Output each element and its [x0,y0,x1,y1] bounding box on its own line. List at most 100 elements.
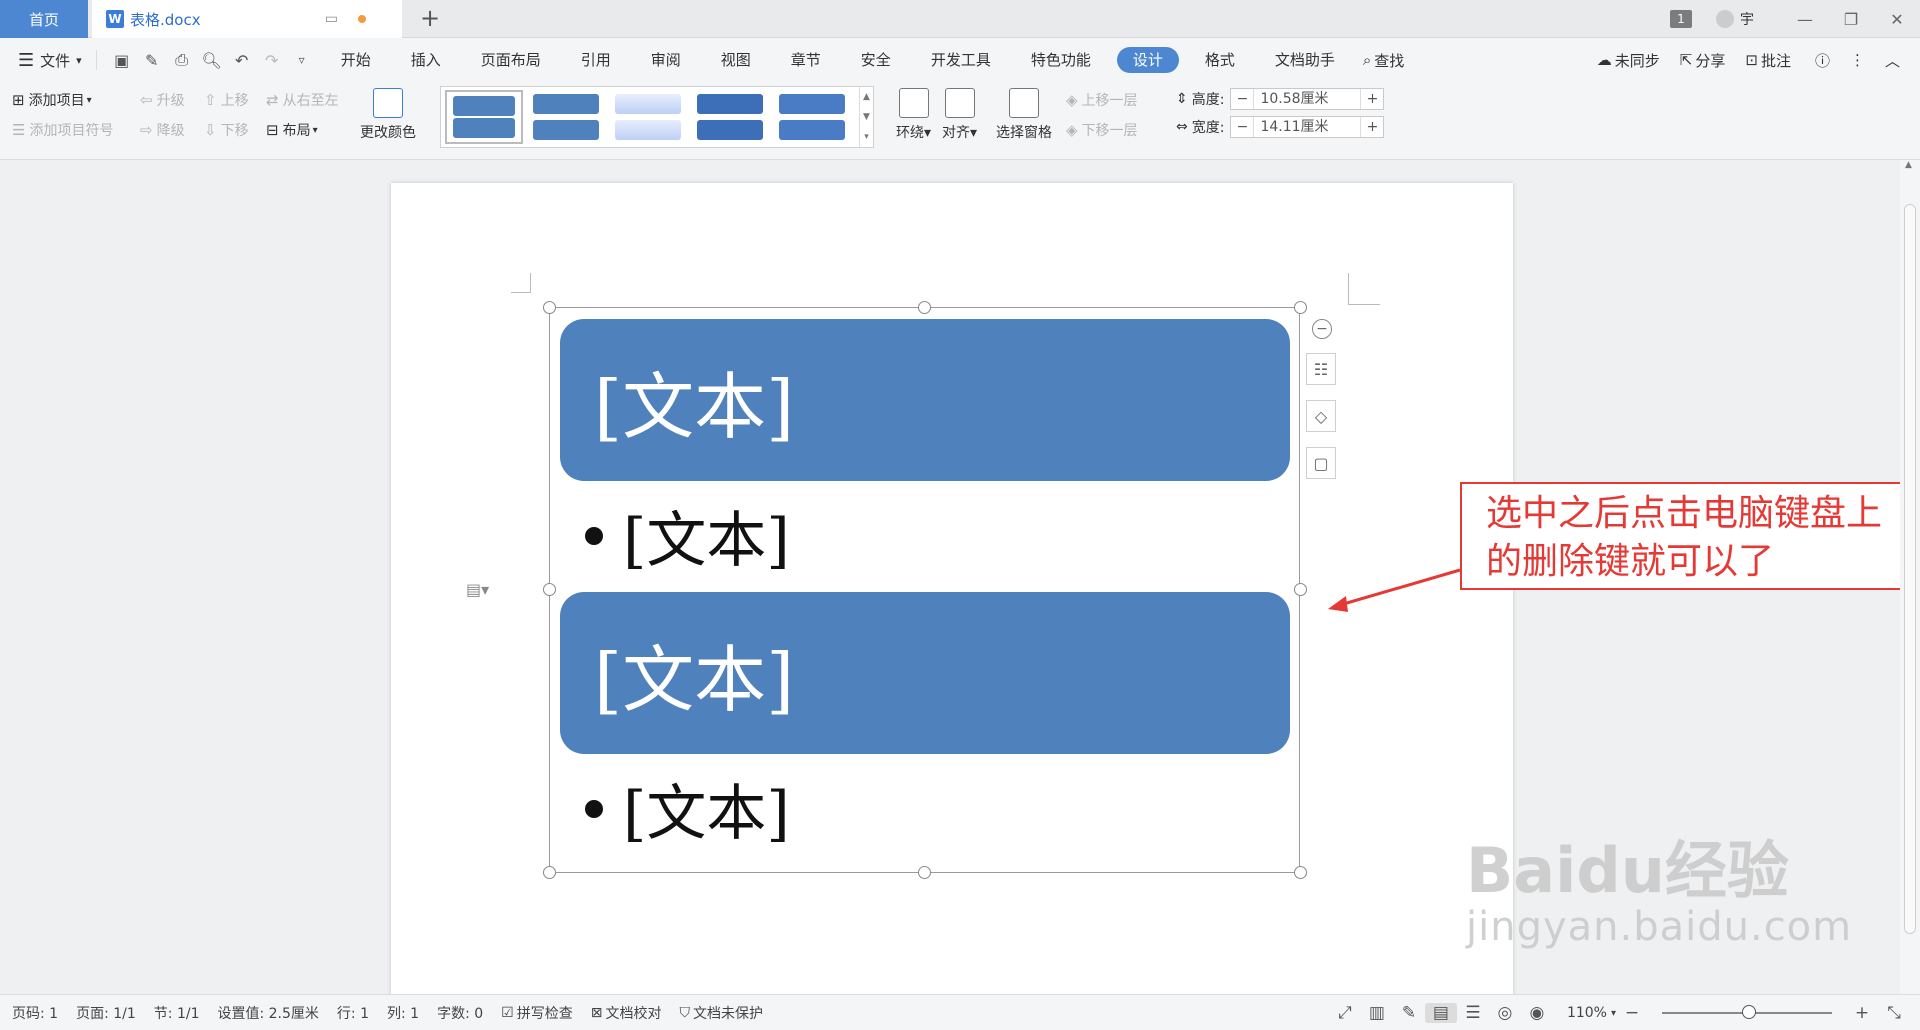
customize-icon[interactable]: ▿ [287,53,317,67]
print-icon[interactable]: ⎙ [167,50,197,70]
resize-handle[interactable] [543,866,556,879]
width-decrement[interactable]: − [1231,117,1253,137]
status-row[interactable]: 行: 1 [337,1003,369,1023]
resize-handle[interactable] [543,301,556,314]
add-item-button[interactable]: ⊞ 添加项目 ▾ [12,90,92,110]
bullet-2-text[interactable]: [文本] [623,765,790,852]
style-option[interactable] [527,90,605,144]
bring-forward-button[interactable]: ◈ 上移一层 [1066,90,1138,110]
width-increment[interactable]: + [1361,117,1383,137]
proofread-button[interactable]: ⊠ 文档校对 [591,1003,662,1023]
restore-icon[interactable]: ❐ [1828,10,1874,29]
undo-icon[interactable]: ↶ [227,51,257,70]
tab-design[interactable]: 设计 [1116,47,1179,73]
search-button[interactable]: ⌕ 查找 [1363,50,1404,71]
collapse-icon[interactable]: − [1312,319,1332,339]
tab-home[interactable]: 首页 [0,0,88,38]
change-color-button[interactable]: 更改颜色 [360,88,416,142]
web-view-icon[interactable]: ◎ [1489,1003,1521,1023]
status-col[interactable]: 列: 1 [387,1003,419,1023]
right-to-left-button[interactable]: ⇄ 从右至左 [266,90,339,110]
bullet-1-text[interactable]: [文本] [623,492,790,579]
user-account[interactable]: 宇 [1716,9,1754,29]
tab-developer[interactable]: 开发工具 [917,47,1005,73]
scroll-up-icon[interactable]: ▲ [1905,160,1912,170]
outline-icon[interactable]: ▢ [1306,447,1336,479]
align-button[interactable]: 对齐▾ [942,88,977,142]
zoom-slider[interactable] [1662,1005,1832,1019]
scroll-thumb[interactable] [1904,204,1916,934]
shape-2-text[interactable]: [文本] [594,621,794,726]
resize-handle[interactable] [543,583,556,596]
print-preview-icon[interactable]: 🔍︎ [197,51,227,70]
tab-references[interactable]: 引用 [567,47,625,73]
outline-view-icon[interactable]: ☰ [1457,1003,1489,1023]
fill-icon[interactable]: ◇ [1306,400,1336,432]
window-count-badge[interactable]: 1 [1670,10,1692,28]
resize-handle[interactable] [918,866,931,879]
protect-status[interactable]: ⛉ 文档未保护 [679,1003,763,1023]
add-bullet-button[interactable]: ☰ 添加项目符号 [12,120,113,140]
tab-security[interactable]: 安全 [847,47,905,73]
zoom-level[interactable]: 110% [1567,1005,1607,1021]
share-button[interactable]: ⇱ 分享 [1680,50,1726,71]
collapse-ribbon-icon[interactable]: ︿ [1885,50,1900,71]
save-icon[interactable]: ▣ [107,51,137,70]
layout-button[interactable]: ⊟ 布局 ▾ [266,120,318,140]
style-option[interactable] [445,90,523,144]
close-icon[interactable]: ✕ [1874,10,1920,29]
layout-options-icon[interactable]: ▤▾ [466,580,489,599]
resize-handle[interactable] [918,301,931,314]
help-icon[interactable]: ⓘ [1815,50,1830,71]
tab-format[interactable]: 格式 [1191,47,1249,73]
zoom-out-icon[interactable]: − [1616,1003,1648,1023]
style-option[interactable] [773,90,851,144]
tab-features[interactable]: 特色功能 [1017,47,1105,73]
shape-1-text[interactable]: [文本] [594,348,794,453]
screen-icon[interactable]: ▭ [325,11,338,27]
bullet-item-2[interactable]: [文本] [585,765,790,852]
format-painter-icon[interactable]: ✎ [137,51,167,70]
tab-review[interactable]: 审阅 [637,47,695,73]
tab-start[interactable]: 开始 [327,47,385,73]
style-option[interactable] [609,90,687,144]
move-up-button[interactable]: ⇧ 上移 [204,90,249,110]
page-view-icon[interactable]: ▤ [1424,1003,1457,1023]
text-pane-icon[interactable]: ☷ [1306,353,1336,385]
tab-doc-assistant[interactable]: 文档助手 [1261,47,1349,73]
minimize-icon[interactable]: — [1782,10,1828,29]
tab-document[interactable]: W 表格.docx ▭ [92,0,402,38]
tab-view[interactable]: 视图 [707,47,765,73]
tab-insert[interactable]: 插入 [397,47,455,73]
height-decrement[interactable]: − [1231,89,1253,109]
demote-button[interactable]: ⇨ 降级 [140,120,185,140]
send-backward-button[interactable]: ◈ 下移一层 [1066,120,1138,140]
promote-button[interactable]: ⇦ 升级 [140,90,185,110]
selection-pane-button[interactable]: 选择窗格 [996,88,1052,142]
comment-button[interactable]: ⊡ 批注 [1745,50,1791,71]
status-section[interactable]: 节: 1/1 [154,1003,200,1023]
file-menu[interactable]: ☰ 文件 ▾ [18,50,82,71]
tab-section[interactable]: 章节 [777,47,835,73]
smartart-shape-1[interactable]: [文本] [560,319,1290,481]
sync-button[interactable]: ☁ 未同步 [1597,50,1660,71]
vertical-scrollbar[interactable]: ▲ [1900,160,1920,994]
fit-page-icon[interactable]: ⤡ [1878,1003,1910,1023]
gallery-scroll[interactable]: ▲ ▼ ▾ [859,87,873,147]
tab-page-layout[interactable]: 页面布局 [467,47,555,73]
height-increment[interactable]: + [1361,89,1383,109]
move-down-button[interactable]: ⇩ 下移 [204,120,249,140]
status-pages[interactable]: 页面: 1/1 [76,1003,136,1023]
width-input[interactable]: 14.11厘米 [1253,117,1362,137]
zoom-knob[interactable] [1742,1005,1756,1019]
zoom-in-icon[interactable]: + [1846,1003,1878,1023]
status-setting[interactable]: 设置值: 2.5厘米 [217,1003,318,1023]
reading-view-icon[interactable]: ▥ [1361,1003,1393,1023]
status-page-code[interactable]: 页码: 1 [12,1003,58,1023]
smartart-shape-2[interactable]: [文本] [560,592,1290,754]
edit-view-icon[interactable]: ✎ [1393,1003,1425,1023]
height-input[interactable]: 10.58厘米 [1253,89,1362,109]
resize-handle[interactable] [1294,583,1307,596]
resize-handle[interactable] [1294,866,1307,879]
status-word-count[interactable]: 字数: 0 [437,1003,483,1023]
